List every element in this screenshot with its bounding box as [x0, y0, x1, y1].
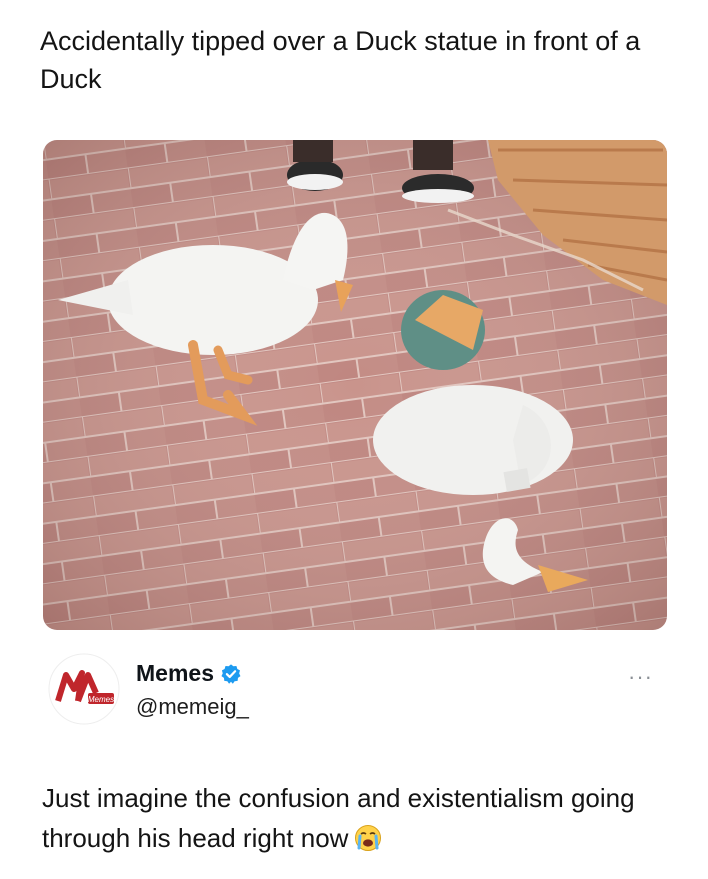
post-caption: Accidentally tipped over a Duck statue i…: [40, 26, 641, 94]
memes-logo-icon: Memes: [48, 653, 120, 725]
avatar-text: Memes: [88, 695, 114, 704]
tweet-body: Just imagine the confusion and existenti…: [42, 778, 682, 858]
author-name[interactable]: Memes: [136, 660, 214, 687]
tweet-text: Just imagine the confusion and existenti…: [42, 783, 635, 853]
verified-badge-icon: [221, 663, 241, 684]
more-options-button[interactable]: ···: [628, 666, 653, 688]
author-handle[interactable]: @memeig_: [136, 694, 249, 720]
post-photo[interactable]: [43, 140, 667, 630]
avatar[interactable]: Memes: [48, 653, 120, 725]
author-name-row[interactable]: Memes: [136, 660, 242, 687]
crying-face-emoji-icon: [355, 825, 382, 851]
